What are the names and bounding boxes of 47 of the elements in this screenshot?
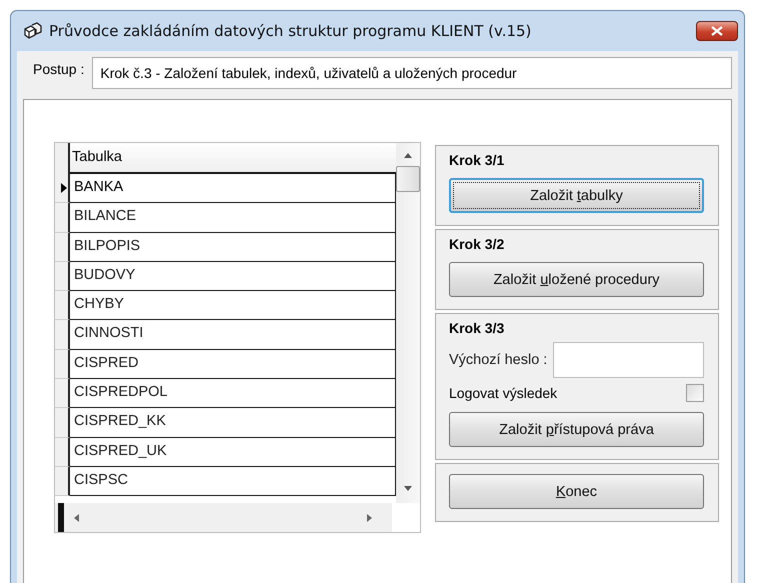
row-selector[interactable] bbox=[55, 232, 70, 262]
row-selector[interactable] bbox=[55, 379, 70, 408]
group-title: Krok 3/2 bbox=[449, 236, 506, 252]
table-cell[interactable]: CISPRED_KK bbox=[70, 408, 396, 438]
row-selector[interactable] bbox=[55, 408, 70, 438]
table-cell[interactable]: BANKA bbox=[70, 174, 396, 204]
table-cell[interactable]: CHYBY bbox=[70, 291, 396, 320]
table-cell[interactable]: BUDOVY bbox=[70, 262, 396, 292]
row-selector[interactable] bbox=[55, 350, 70, 380]
row-selector[interactable] bbox=[55, 320, 70, 350]
vertical-scrollbar[interactable] bbox=[396, 143, 420, 503]
checkbox-label: Logovat výsledek bbox=[449, 385, 558, 401]
row-selector bbox=[55, 143, 70, 174]
cubes-icon bbox=[23, 22, 43, 40]
table-cell[interactable]: CINNOSTI bbox=[70, 320, 396, 350]
down-arrow-icon bbox=[404, 486, 412, 491]
action-button[interactable]: Založit přístupová práva bbox=[449, 412, 704, 447]
step-field: Krok č.3 - Založení tabulek, indexů, uživatelů a uložených procedur bbox=[92, 57, 732, 89]
row-selector[interactable] bbox=[55, 174, 70, 204]
action-button[interactable]: Založit uložené procedury bbox=[449, 262, 704, 297]
scroll-thumb[interactable] bbox=[396, 166, 420, 192]
left-arrow-icon bbox=[74, 514, 79, 522]
action-button[interactable]: Konec bbox=[449, 474, 704, 509]
group-title: Krok 3/1 bbox=[449, 152, 506, 168]
table-cell[interactable]: CISPSC bbox=[70, 466, 396, 496]
table-cell[interactable]: BILANCE bbox=[70, 203, 396, 233]
step-label: Postup : bbox=[33, 60, 84, 77]
action-button[interactable]: Založit tabulky bbox=[449, 178, 704, 213]
row-selector[interactable] bbox=[55, 291, 70, 320]
close-button[interactable] bbox=[696, 21, 738, 41]
password-label: Výchozí heslo : bbox=[449, 352, 548, 368]
row-selector[interactable] bbox=[55, 262, 70, 292]
password-field[interactable] bbox=[553, 342, 704, 378]
group-title: Krok 3/3 bbox=[449, 320, 506, 336]
table-cell[interactable]: CISPREDPOL bbox=[70, 379, 396, 408]
row-selector[interactable] bbox=[55, 203, 70, 233]
row-selector[interactable] bbox=[55, 466, 70, 496]
row-selector[interactable] bbox=[55, 438, 70, 467]
table-cell[interactable]: CISPRED_UK bbox=[70, 438, 396, 467]
close-icon bbox=[711, 26, 723, 36]
table-cell[interactable]: CISPRED bbox=[70, 350, 396, 380]
table-cell[interactable]: BILPOPIS bbox=[70, 232, 396, 262]
up-arrow-icon bbox=[404, 153, 412, 158]
right-arrow-icon bbox=[367, 514, 372, 522]
column-marker bbox=[58, 503, 64, 532]
window-title: Průvodce zakládáním datových struktur programu KLIENT (v.15) bbox=[49, 22, 532, 40]
checkbox[interactable] bbox=[686, 384, 704, 402]
